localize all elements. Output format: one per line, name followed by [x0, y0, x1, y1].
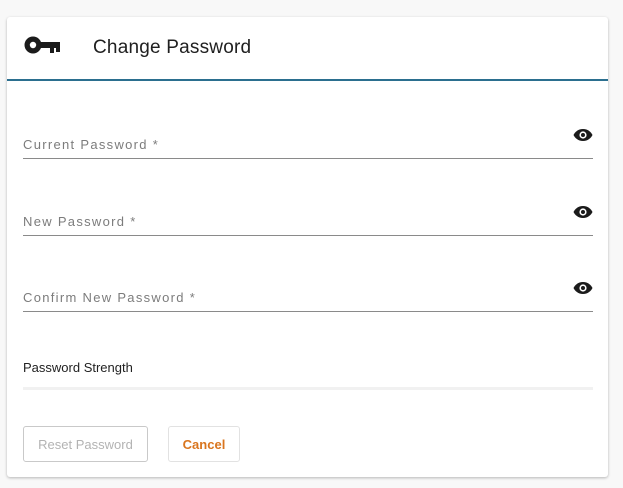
dialog-header: Change Password — [7, 17, 608, 81]
eye-icon[interactable] — [573, 128, 593, 142]
current-password-label: Current Password * — [23, 137, 160, 152]
change-password-dialog: Change Password Current Password * New P… — [7, 17, 608, 477]
confirm-password-field[interactable]: Confirm New Password * — [23, 281, 593, 312]
password-strength-meter — [23, 387, 593, 390]
new-password-field[interactable]: New Password * — [23, 205, 593, 236]
key-icon — [24, 36, 60, 54]
password-strength-label: Password Strength — [23, 360, 133, 375]
eye-icon[interactable] — [573, 281, 593, 295]
new-password-label: New Password * — [23, 214, 137, 229]
current-password-field[interactable]: Current Password * — [23, 128, 593, 159]
dialog-title: Change Password — [93, 37, 252, 58]
cancel-button[interactable]: Cancel — [168, 426, 240, 462]
reset-password-button[interactable]: Reset Password — [23, 426, 148, 462]
eye-icon[interactable] — [573, 205, 593, 219]
confirm-password-label: Confirm New Password * — [23, 290, 197, 305]
